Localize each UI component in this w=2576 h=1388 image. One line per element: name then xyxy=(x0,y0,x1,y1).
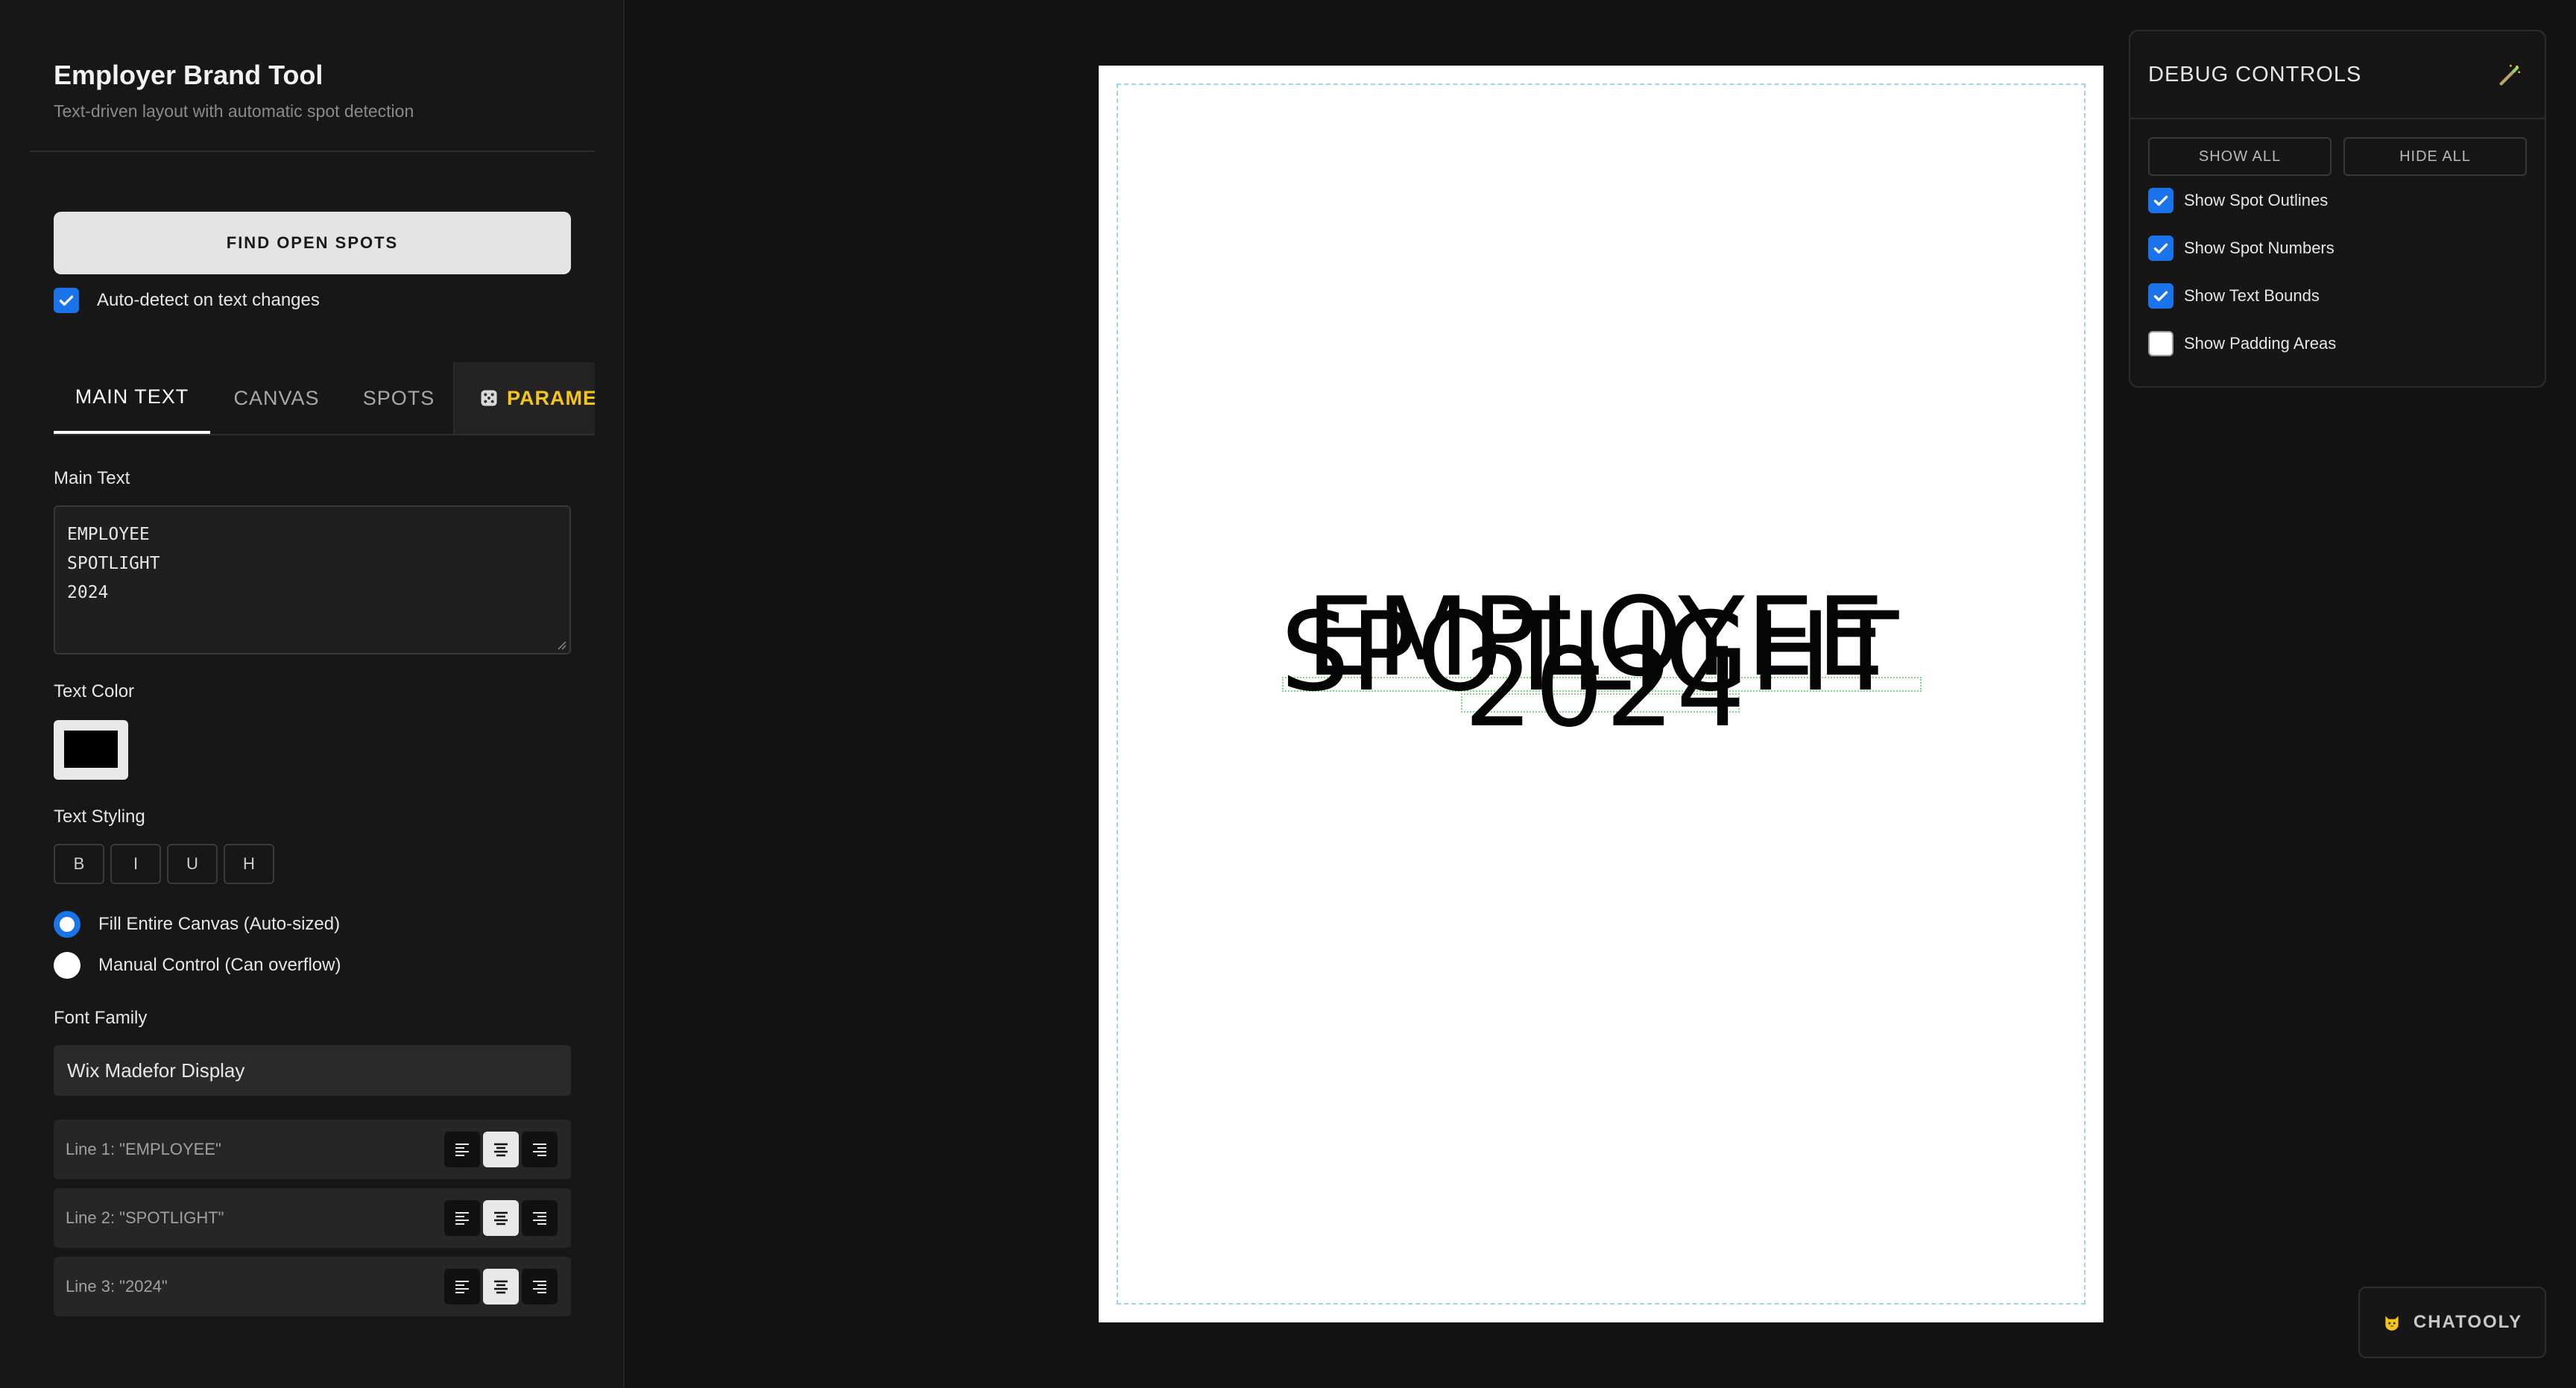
main-text-line: SPOTLIGHT xyxy=(67,554,160,573)
show-spot-outlines-checkbox[interactable] xyxy=(2148,188,2174,213)
checkmark-icon xyxy=(2153,243,2168,254)
show-text-bounds-option[interactable]: Show Text Bounds xyxy=(2148,283,2320,309)
align-left-icon xyxy=(455,1281,469,1293)
auto-detect-row[interactable]: Auto-detect on text changes xyxy=(54,288,320,313)
wand-icon[interactable] xyxy=(2497,63,2522,88)
tab-spots[interactable]: SPOTS xyxy=(343,362,455,434)
text-color-label: Text Color xyxy=(54,681,135,701)
align-group xyxy=(444,1132,558,1167)
show-spot-numbers-label: Show Spot Numbers xyxy=(2184,239,2334,257)
manual-control-radio[interactable] xyxy=(54,952,80,979)
align-center-button[interactable] xyxy=(483,1269,519,1305)
line-align-label: Line 1: "EMPLOYEE" xyxy=(66,1140,221,1158)
align-right-icon xyxy=(533,1143,546,1156)
canvas-text-line-3[interactable]: 2024 xyxy=(1464,634,1747,742)
show-spot-outlines-option[interactable]: Show Spot Outlines xyxy=(2148,188,2328,213)
align-group xyxy=(444,1269,558,1305)
font-family-label: Font Family xyxy=(54,1008,148,1028)
line-align-label: Line 2: "SPOTLIGHT" xyxy=(66,1208,224,1227)
tab-parameters-label: PARAMETERS xyxy=(507,386,595,409)
font-family-select[interactable]: Wix Madefor Display xyxy=(54,1045,571,1096)
debug-controls-panel: DEBUG CONTROLS SHOW ALL HIDE ALL Show Sp… xyxy=(2129,30,2546,388)
italic-button[interactable]: I xyxy=(110,844,161,884)
show-spot-numbers-checkbox[interactable] xyxy=(2148,236,2174,261)
debug-title: DEBUG CONTROLS xyxy=(2148,63,2362,86)
show-spot-outlines-label: Show Spot Outlines xyxy=(2184,191,2329,209)
app-root: Employer Brand Tool Text-driven layout w… xyxy=(0,0,2576,1388)
tab-canvas[interactable]: CANVAS xyxy=(210,362,343,434)
auto-detect-label: Auto-detect on text changes xyxy=(97,290,320,310)
main-text-input[interactable]: EMPLOYEE SPOTLIGHT 2024 xyxy=(54,505,571,654)
hide-all-button[interactable]: HIDE ALL xyxy=(2343,137,2527,176)
checkmark-icon xyxy=(2153,291,2168,302)
highlight-button[interactable]: H xyxy=(224,844,274,884)
align-right-button[interactable] xyxy=(522,1269,558,1305)
line-align-row: Line 1: "EMPLOYEE" xyxy=(54,1120,571,1179)
align-center-button[interactable] xyxy=(483,1132,519,1167)
chatooly-label: CHATOOLY xyxy=(2413,1312,2523,1332)
text-styling-label: Text Styling xyxy=(54,807,145,827)
fill-canvas-label: Fill Entire Canvas (Auto-sized) xyxy=(98,914,341,934)
chatooly-button[interactable]: CHATOOLY xyxy=(2358,1287,2546,1358)
text-style-buttons: B I U H xyxy=(54,844,274,884)
align-left-button[interactable] xyxy=(444,1269,480,1305)
dice-icon xyxy=(481,390,497,406)
tab-main-text[interactable]: MAIN TEXT xyxy=(54,362,210,434)
color-swatch xyxy=(64,731,118,768)
debug-header: DEBUG CONTROLS xyxy=(2130,31,2545,119)
align-center-button[interactable] xyxy=(483,1200,519,1236)
show-spot-numbers-option[interactable]: Show Spot Numbers xyxy=(2148,236,2334,261)
main-text-line: 2024 xyxy=(67,583,109,602)
app-title: Employer Brand Tool xyxy=(54,60,323,90)
manual-control-label: Manual Control (Can overflow) xyxy=(98,955,341,975)
bold-button[interactable]: B xyxy=(54,844,104,884)
show-all-button[interactable]: SHOW ALL xyxy=(2148,137,2332,176)
checkmark-icon xyxy=(2153,195,2168,206)
show-padding-areas-checkbox[interactable] xyxy=(2148,331,2174,356)
align-right-button[interactable] xyxy=(522,1200,558,1236)
main-text-line: EMPLOYEE xyxy=(67,525,150,544)
align-center-icon xyxy=(494,1211,508,1225)
align-right-icon xyxy=(533,1281,546,1293)
resize-handle-icon[interactable] xyxy=(556,640,566,650)
app-subtitle: Text-driven layout with automatic spot d… xyxy=(54,101,414,121)
sidebar: Employer Brand Tool Text-driven layout w… xyxy=(0,0,625,1388)
sidebar-header: Employer Brand Tool Text-driven layout w… xyxy=(30,60,595,152)
show-text-bounds-label: Show Text Bounds xyxy=(2184,286,2320,305)
text-color-picker[interactable] xyxy=(54,720,128,780)
main-text-label: Main Text xyxy=(54,468,130,488)
align-left-icon xyxy=(455,1143,469,1156)
align-right-icon xyxy=(533,1212,546,1225)
manual-control-option[interactable]: Manual Control (Can overflow) xyxy=(54,952,341,979)
tab-parameters[interactable]: PARAMETERS xyxy=(453,362,595,434)
align-left-button[interactable] xyxy=(444,1132,480,1167)
fill-canvas-option[interactable]: Fill Entire Canvas (Auto-sized) xyxy=(54,911,340,938)
align-right-button[interactable] xyxy=(522,1132,558,1167)
line-align-row: Line 3: "2024" xyxy=(54,1257,571,1316)
line-align-row: Line 2: "SPOTLIGHT" xyxy=(54,1188,571,1248)
auto-detect-checkbox[interactable] xyxy=(54,288,79,313)
align-group xyxy=(444,1200,558,1236)
editor-tabs: MAIN TEXT CANVAS SPOTS PARAMETERS xyxy=(54,362,595,435)
align-left-button[interactable] xyxy=(444,1200,480,1236)
find-open-spots-button[interactable]: FIND OPEN SPOTS xyxy=(54,212,571,274)
align-center-icon xyxy=(494,1143,508,1157)
show-text-bounds-checkbox[interactable] xyxy=(2148,283,2174,309)
fill-canvas-radio[interactable] xyxy=(54,911,80,938)
show-padding-areas-label: Show Padding Areas xyxy=(2184,334,2337,353)
design-canvas[interactable]: EMPLOYEE SPOTLIGHT 2024 xyxy=(1099,66,2103,1322)
align-left-icon xyxy=(455,1212,469,1225)
checkmark-icon xyxy=(59,295,74,306)
show-padding-areas-option[interactable]: Show Padding Areas xyxy=(2148,331,2336,356)
align-center-icon xyxy=(494,1280,508,1294)
line-align-label: Line 3: "2024" xyxy=(66,1277,168,1296)
cat-icon xyxy=(2385,1316,2399,1331)
underline-button[interactable]: U xyxy=(167,844,218,884)
